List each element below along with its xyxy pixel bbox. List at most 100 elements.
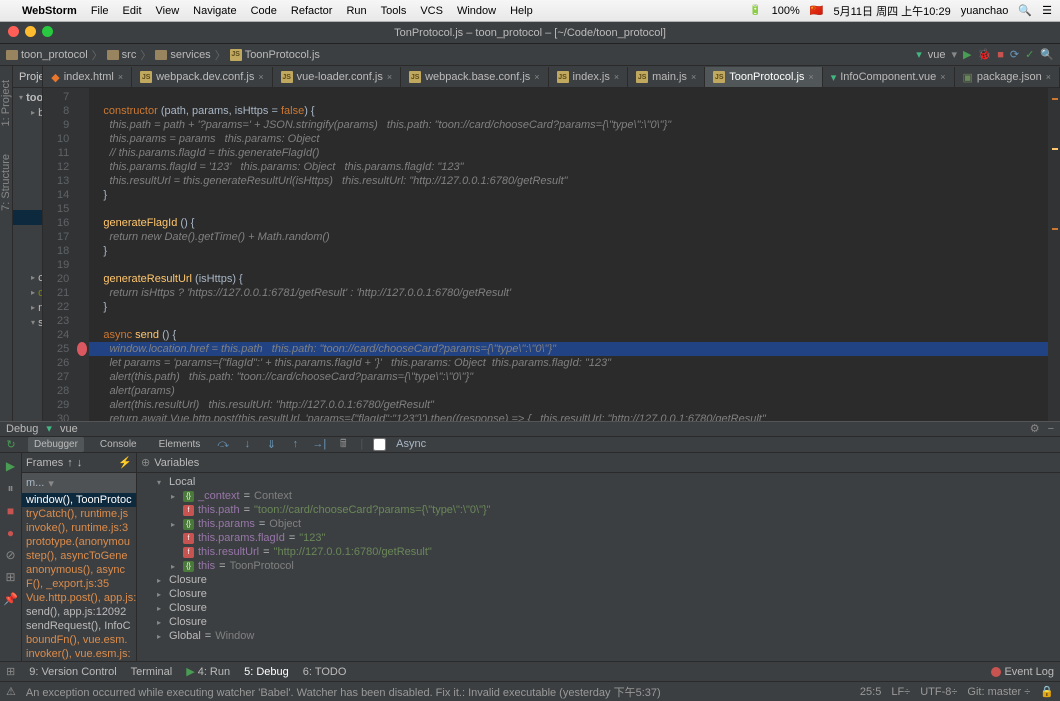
status-warn-icon[interactable]: ⚠: [6, 685, 16, 698]
encoding[interactable]: UTF-8÷: [920, 686, 957, 698]
crumb-root[interactable]: toon_protocol: [6, 49, 88, 61]
lock-icon[interactable]: 🔒: [1040, 685, 1054, 698]
error-stripe[interactable]: [1048, 88, 1060, 421]
tab-debugger[interactable]: Debugger: [28, 437, 84, 452]
tree-item[interactable]: ▸ build: [13, 105, 42, 120]
tree-item[interactable]: ▸ components: [13, 345, 42, 360]
crumb-file[interactable]: JSToonProtocol.js: [230, 49, 320, 61]
tree-item[interactable]: JS dev-client.js: [13, 150, 42, 165]
menu-navigate[interactable]: Navigate: [193, 5, 236, 17]
tree-root[interactable]: ▾ toon_protocol ~/Code/toon_protocol: [13, 90, 42, 105]
editor-tab[interactable]: JSmain.js×: [628, 67, 705, 87]
tree-item[interactable]: ▸ assets: [13, 330, 42, 345]
tree-item[interactable]: JS webpack.base.conf.js: [13, 210, 42, 225]
step-out-icon[interactable]: ↑: [288, 437, 302, 451]
menu-vcs[interactable]: VCS: [420, 5, 443, 17]
debug-button[interactable]: 🐞: [978, 48, 992, 61]
crumb-services[interactable]: services: [155, 49, 210, 61]
editor-tab[interactable]: JSwebpack.base.conf.js×: [401, 67, 548, 87]
window-minimize-button[interactable]: [25, 26, 36, 37]
menu-edit[interactable]: Edit: [123, 5, 142, 17]
vcs-update-icon[interactable]: ⟳: [1010, 48, 1019, 61]
frame-list[interactable]: window(), ToonProtoctryCatch(), runtime.…: [22, 493, 136, 661]
tree-item[interactable]: ▾ services: [13, 405, 42, 420]
menu-file[interactable]: File: [91, 5, 109, 17]
tw-event-log[interactable]: Event Log: [991, 666, 1054, 678]
mac-app-name[interactable]: WebStorm: [22, 5, 77, 17]
frame-row[interactable]: tryCatch(), runtime.js: [22, 507, 136, 521]
menu-code[interactable]: Code: [251, 5, 277, 17]
resume-icon[interactable]: ▶: [6, 459, 15, 473]
tw-terminal[interactable]: Terminal: [131, 666, 173, 678]
tree-item[interactable]: JS dev-server.js: [13, 165, 42, 180]
breakpoint-gutter[interactable]: [75, 88, 89, 421]
tree-item[interactable]: JS utils.js: [13, 180, 42, 195]
pause-icon[interactable]: ⏸: [7, 481, 13, 496]
async-checkbox[interactable]: [373, 438, 386, 451]
mac-user[interactable]: yuanchao: [961, 5, 1009, 17]
run-to-cursor-icon[interactable]: →|: [312, 437, 326, 451]
view-bp-icon[interactable]: ●: [7, 526, 14, 540]
window-zoom-button[interactable]: [42, 26, 53, 37]
menu-tools[interactable]: Tools: [381, 5, 407, 17]
tree-item[interactable]: ▾ src: [13, 315, 42, 330]
close-icon[interactable]: ×: [118, 72, 123, 82]
editor-tab[interactable]: ▣package.json×: [955, 67, 1060, 87]
frames-prev-icon[interactable]: ↑: [67, 457, 73, 469]
spotlight-icon[interactable]: 🔍: [1018, 4, 1032, 17]
search-icon[interactable]: 🔍: [1040, 48, 1054, 61]
notif-icon[interactable]: ☰: [1042, 4, 1052, 17]
crumb-src[interactable]: src: [107, 49, 137, 61]
tw-debug[interactable]: 5: Debug: [244, 666, 289, 678]
frames-filter-icon[interactable]: ⚡: [118, 456, 132, 469]
tree-item[interactable]: ▸ node_modules library root: [13, 300, 42, 315]
variable-row[interactable]: fthis.path = "toon://card/chooseCard?par…: [137, 503, 1060, 517]
tree-item[interactable]: ▸ config: [13, 270, 42, 285]
frame-row[interactable]: F(), _export.js:35: [22, 577, 136, 591]
close-icon[interactable]: ×: [808, 72, 813, 82]
frame-row[interactable]: anonymous(), async: [22, 563, 136, 577]
run-config-name[interactable]: vue: [928, 49, 946, 61]
frame-row[interactable]: boundFn(), vue.esm.: [22, 633, 136, 647]
menu-help[interactable]: Help: [510, 5, 533, 17]
step-into-icon[interactable]: ↓: [240, 437, 254, 451]
tab-structure[interactable]: 7: Structure: [0, 150, 12, 215]
frame-row[interactable]: step(), asyncToGene: [22, 549, 136, 563]
variable-row[interactable]: ▸Closure: [137, 601, 1060, 615]
tab-elements[interactable]: Elements: [153, 437, 207, 452]
tab-project[interactable]: 1: Project: [0, 76, 12, 130]
tree-item[interactable]: ▸ containers: [13, 360, 42, 375]
debug-gear-icon[interactable]: ⚙: [1030, 422, 1040, 435]
pin-icon[interactable]: 📌: [3, 592, 18, 606]
tree-item[interactable]: ▾ router: [13, 375, 42, 390]
menu-view[interactable]: View: [156, 5, 180, 17]
editor-tab[interactable]: ▾InfoComponent.vue×: [823, 67, 955, 87]
tree-item[interactable]: ▸ dist: [13, 285, 42, 300]
thread-select[interactable]: m...: [26, 477, 44, 489]
variable-row[interactable]: ▸{}_context = Context: [137, 489, 1060, 503]
run-config-dropdown-icon[interactable]: ▾: [952, 48, 958, 61]
tw-todo[interactable]: 6: TODO: [303, 666, 347, 678]
variable-row[interactable]: ▸Closure: [137, 587, 1060, 601]
debug-hide-icon[interactable]: −: [1048, 423, 1054, 435]
close-icon[interactable]: ×: [691, 72, 696, 82]
frame-row[interactable]: window(), ToonProtoc: [22, 493, 136, 507]
tree-item[interactable]: JS build.js: [13, 120, 42, 135]
variable-row[interactable]: ▸Closure: [137, 615, 1060, 629]
close-icon[interactable]: ×: [1046, 72, 1051, 82]
evaluate-icon[interactable]: 🖩: [336, 437, 350, 451]
tree-item[interactable]: JS check-versions.js: [13, 135, 42, 150]
tree-item[interactable]: JS ToonProtocol.js: [13, 420, 42, 421]
menu-window[interactable]: Window: [457, 5, 496, 17]
variable-row[interactable]: ▸Closure: [137, 573, 1060, 587]
mute-bp-icon[interactable]: ⊘: [5, 548, 15, 562]
tw-vcs[interactable]: 9: Version Control: [29, 666, 116, 678]
editor-tab[interactable]: JSindex.js×: [549, 67, 629, 87]
stop-button[interactable]: ■: [997, 49, 1004, 61]
close-icon[interactable]: ×: [258, 72, 263, 82]
variable-row[interactable]: fthis.params.flagId = "123": [137, 531, 1060, 545]
tree-item[interactable]: JS webpack.test.conf.js: [13, 255, 42, 270]
editor-tab[interactable]: JSwebpack.dev.conf.js×: [132, 67, 273, 87]
step-over-icon[interactable]: ⤼: [216, 437, 230, 451]
close-icon[interactable]: ×: [534, 72, 539, 82]
